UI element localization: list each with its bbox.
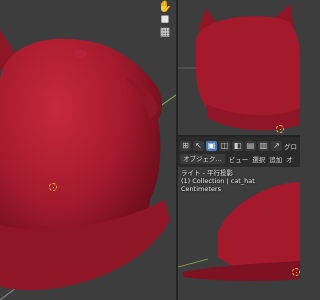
viewport-top-right[interactable]	[178, 0, 300, 135]
menu-view[interactable]: ビュー	[229, 154, 249, 164]
menu-object[interactable]: オ	[286, 154, 293, 164]
cursor-icon[interactable]: ↖	[193, 141, 204, 151]
hat-button	[73, 50, 87, 58]
viewport-header: ⊞ ↖ ▣ ◫ ◧ ▤ ▥ ↗ グロ オブジェク... ビュー 選択 追加 オ	[178, 137, 300, 167]
viewport-main[interactable]: ✋ ◼ ▦	[0, 0, 176, 300]
select-subtract-icon[interactable]: ▥	[258, 141, 269, 151]
view-name: ライト - 平行投影	[181, 169, 233, 177]
camera-icon[interactable]: ◼	[158, 12, 172, 26]
object-origin	[292, 268, 300, 276]
grid-icon[interactable]: ▦	[158, 25, 172, 39]
header-toolbar: ⊞ ↖ ▣ ◫ ◧ ▤ ▥ ↗ グロ	[180, 140, 297, 152]
select-box-icon[interactable]: ▣	[206, 141, 217, 151]
collection-info: (1) Collection | cat_hat	[181, 177, 255, 185]
header-menu: オブジェク... ビュー 選択 追加 オ	[180, 153, 293, 165]
select-lasso-icon[interactable]: ◧	[232, 141, 243, 151]
mode-dropdown[interactable]: オブジェク...	[180, 154, 225, 164]
select-extend-icon[interactable]: ▤	[245, 141, 256, 151]
object-origin	[276, 125, 284, 133]
units-label: Centimeters	[181, 185, 221, 193]
cat-hat-top-view	[178, 4, 300, 131]
y-axis-line	[178, 258, 209, 268]
select-circle-icon[interactable]: ◫	[219, 141, 230, 151]
menu-select[interactable]: 選択	[252, 154, 265, 164]
viewport-bottom-right[interactable]: ⊞ ↖ ▣ ◫ ◧ ▤ ▥ ↗ グロ オブジェク... ビュー 選択 追加 オ …	[178, 137, 300, 300]
view-icon[interactable]: ⊞	[180, 141, 191, 151]
global-icon[interactable]: ↗	[271, 141, 282, 151]
cat-hat-main-view	[0, 30, 176, 300]
orientation-label[interactable]: グロ	[284, 141, 297, 151]
object-origin	[49, 183, 57, 191]
menu-add[interactable]: 追加	[269, 154, 282, 164]
